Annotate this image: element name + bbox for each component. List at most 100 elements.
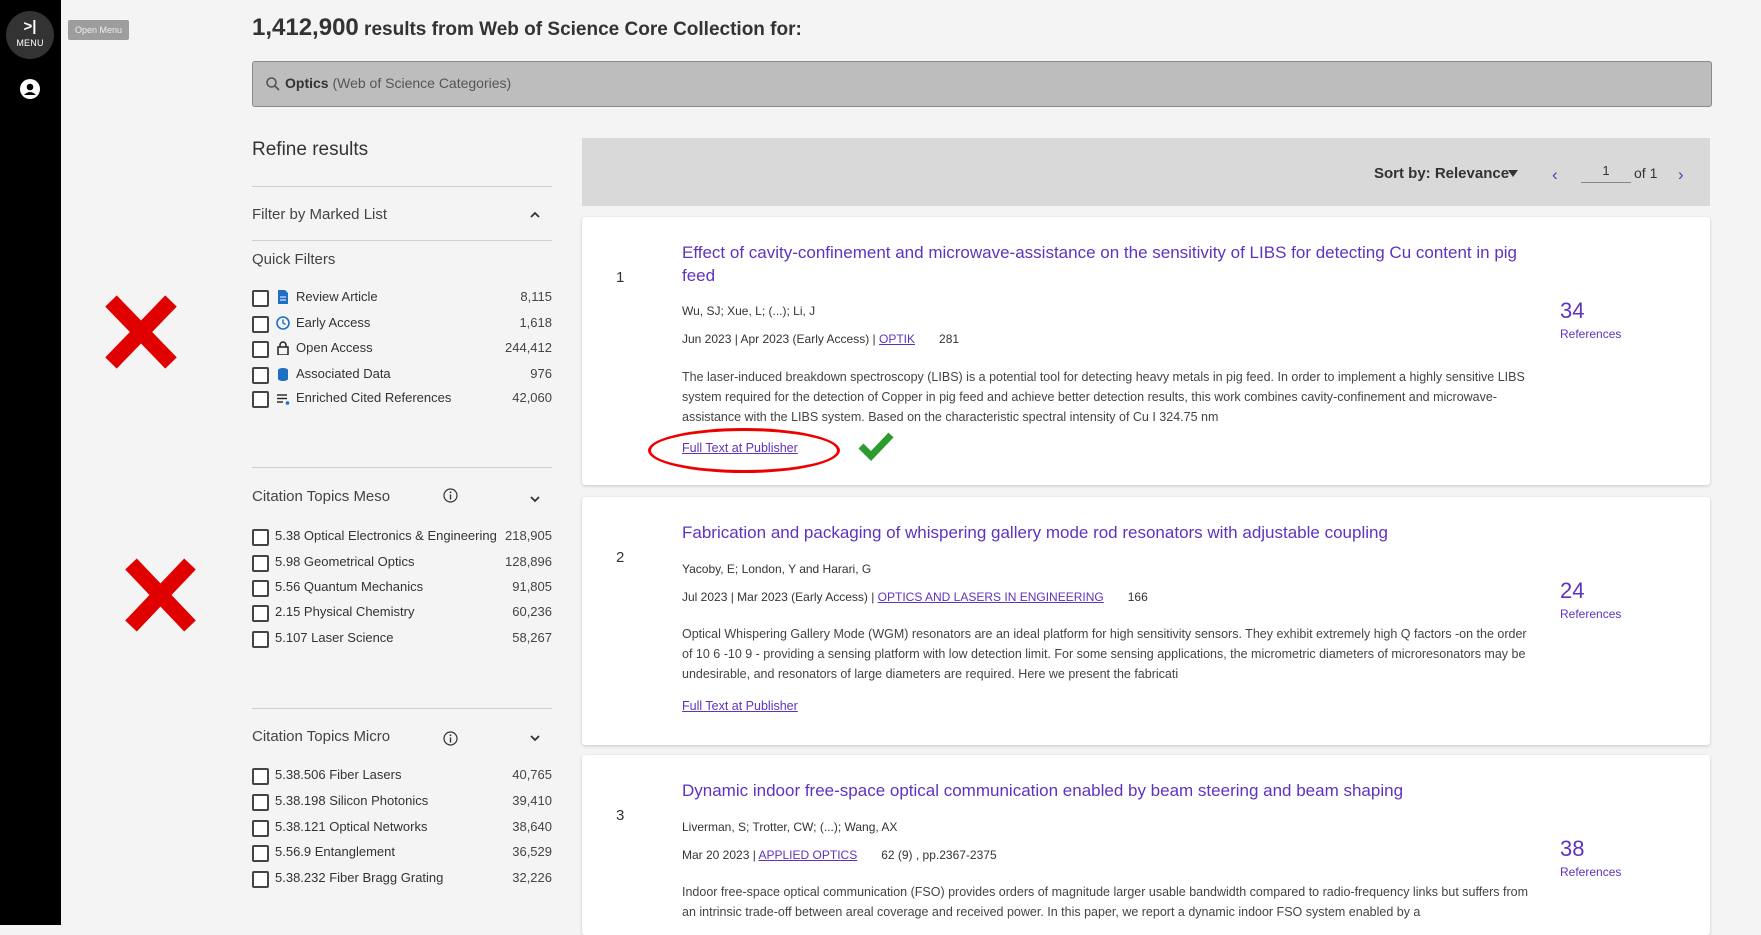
chevron-down-icon[interactable]: [528, 731, 542, 745]
references-label[interactable]: References: [1560, 327, 1621, 341]
filter-count: 36,529: [512, 844, 552, 859]
result-card: 3 Dynamic indoor free-space optical comm…: [582, 755, 1710, 935]
checkbox[interactable]: [252, 605, 269, 622]
filter-marked-list-toggle[interactable]: Filter by Marked List: [252, 206, 387, 223]
filter-count: 42,060: [512, 390, 552, 405]
result-date: Jun 2023 | Apr 2023 (Early Access) |: [682, 332, 880, 346]
results-heading: 1,412,900 results from Web of Science Co…: [252, 14, 802, 42]
result-meta: Jun 2023 | Apr 2023 (Early Access) | OPT…: [682, 332, 959, 346]
quick-filter-review-article[interactable]: Review Article 8,115: [252, 288, 552, 308]
journal-link[interactable]: APPLIED OPTICS: [759, 848, 858, 862]
divider: [252, 240, 552, 241]
journal-link[interactable]: OPTIK: [879, 332, 915, 346]
filter-count: 32,226: [512, 870, 552, 885]
meso-filter-row[interactable]: 5.107 Laser Science 58,267: [252, 629, 552, 649]
filter-count: 128,896: [505, 554, 552, 569]
result-authors: Liverman, S; Trotter, CW; (...); Wang, A…: [682, 820, 898, 834]
search-icon: [266, 77, 280, 91]
result-index: 2: [616, 549, 625, 566]
checkbox[interactable]: [252, 367, 269, 384]
red-x-annotation-icon: [105, 295, 177, 369]
open-menu-button[interactable]: >| MENU: [6, 11, 54, 59]
references-count-link[interactable]: 38: [1560, 836, 1584, 862]
micro-filter-row[interactable]: 5.56.9 Entanglement 36,529: [252, 843, 552, 863]
quick-filter-open-access[interactable]: Open Access 244,412: [252, 339, 552, 359]
result-title-link[interactable]: Fabrication and packaging of whispering …: [682, 521, 1542, 544]
filter-label: 5.38.121 Optical Networks: [275, 819, 428, 834]
left-sidebar: >| MENU: [0, 0, 61, 925]
results-heading-text: results from Web of Science Core Collect…: [358, 19, 802, 40]
caret-down-icon[interactable]: [1508, 170, 1518, 178]
meso-filter-row[interactable]: 5.38 Optical Electronics & Engineering 2…: [252, 527, 552, 547]
references-count-link[interactable]: 34: [1560, 298, 1584, 324]
meso-filter-row[interactable]: 2.15 Physical Chemistry 60,236: [252, 603, 552, 623]
red-circle-annotation: [648, 428, 840, 473]
filter-count: 1,618: [519, 315, 552, 330]
micro-filter-row[interactable]: 5.38.198 Silicon Photonics 39,410: [252, 792, 552, 812]
references-count-link[interactable]: 24: [1560, 578, 1584, 604]
filter-label: Early Access: [296, 315, 371, 330]
references-label[interactable]: References: [1560, 865, 1621, 879]
checkbox[interactable]: [252, 316, 269, 333]
journal-link[interactable]: OPTICS AND LASERS IN ENGINEERING: [878, 590, 1104, 604]
result-meta: Jul 2023 | Mar 2023 (Early Access) | OPT…: [682, 590, 1148, 604]
checkbox[interactable]: [252, 529, 269, 546]
filter-count: 40,765: [512, 767, 552, 782]
citation-topics-meso-heading[interactable]: Citation Topics Meso: [252, 488, 390, 505]
filter-label: 5.56.9 Entanglement: [275, 844, 395, 859]
divider: [252, 186, 552, 187]
menu-label: MENU: [16, 38, 44, 48]
quick-filter-early-access[interactable]: Early Access 1,618: [252, 314, 552, 334]
user-account-icon[interactable]: [20, 79, 40, 99]
references-label[interactable]: References: [1560, 607, 1621, 621]
checkbox[interactable]: [252, 820, 269, 837]
checkbox[interactable]: [252, 631, 269, 648]
search-query-bar[interactable]: Optics (Web of Science Categories): [252, 61, 1712, 107]
filter-label: 5.98 Geometrical Optics: [275, 554, 415, 569]
checkbox[interactable]: [252, 794, 269, 811]
enriched-list-icon: [277, 394, 290, 405]
checkbox[interactable]: [252, 768, 269, 785]
info-icon[interactable]: [443, 488, 458, 503]
sort-dropdown[interactable]: Sort by: Relevance: [1374, 165, 1509, 182]
result-card: 2 Fabrication and packaging of whisperin…: [582, 497, 1710, 745]
micro-filter-row[interactable]: 5.38.232 Fiber Bragg Grating 32,226: [252, 869, 552, 889]
meso-filter-row[interactable]: 5.56 Quantum Mechanics 91,805: [252, 578, 552, 598]
result-title-link[interactable]: Dynamic indoor free-space optical commun…: [682, 779, 1542, 802]
result-authors: Wu, SJ; Xue, L; (...); Li, J: [682, 304, 816, 318]
results-count: 1,412,900: [252, 14, 359, 41]
result-index: 1: [616, 269, 625, 286]
checkbox[interactable]: [252, 391, 269, 408]
result-title-link[interactable]: Effect of cavity-confinement and microwa…: [682, 241, 1542, 287]
checkbox[interactable]: [252, 871, 269, 888]
filter-label: 2.15 Physical Chemistry: [275, 604, 415, 619]
result-authors: Yacoby, E; London, Y and Harari, G: [682, 562, 872, 576]
quick-filter-enriched-cited-references[interactable]: Enriched Cited References 42,060: [252, 389, 552, 409]
quick-filter-associated-data[interactable]: Associated Data 976: [252, 365, 552, 385]
full-text-at-publisher-link[interactable]: Full Text at Publisher: [682, 699, 798, 713]
micro-filter-row[interactable]: 5.38.506 Fiber Lasers 40,765: [252, 766, 552, 786]
divider: [252, 467, 552, 468]
filter-label: 5.38.232 Fiber Bragg Grating: [275, 870, 444, 885]
next-page-button[interactable]: ›: [1678, 165, 1684, 185]
checkbox[interactable]: [252, 290, 269, 307]
filter-count: 60,236: [512, 604, 552, 619]
chevron-down-icon[interactable]: [528, 492, 542, 506]
lock-open-icon: [277, 341, 289, 355]
search-query-text: Optics (Web of Science Categories): [285, 75, 511, 91]
micro-filter-row[interactable]: 5.38.121 Optical Networks 38,640: [252, 818, 552, 838]
citation-topics-micro-heading[interactable]: Citation Topics Micro: [252, 728, 390, 745]
info-icon[interactable]: [443, 731, 458, 746]
chevron-up-icon[interactable]: [528, 208, 542, 222]
checkbox[interactable]: [252, 580, 269, 597]
checkbox[interactable]: [252, 341, 269, 358]
document-icon: [278, 290, 288, 304]
meso-filter-row[interactable]: 5.98 Geometrical Optics 128,896: [252, 553, 552, 573]
page-number-input[interactable]: 1: [1581, 160, 1631, 183]
checkbox[interactable]: [252, 555, 269, 572]
divider: [252, 708, 552, 709]
red-x-annotation-icon: [125, 558, 196, 632]
result-abstract: Optical Whispering Gallery Mode (WGM) re…: [682, 627, 1527, 681]
previous-page-button[interactable]: ‹: [1552, 165, 1558, 185]
checkbox[interactable]: [252, 845, 269, 862]
